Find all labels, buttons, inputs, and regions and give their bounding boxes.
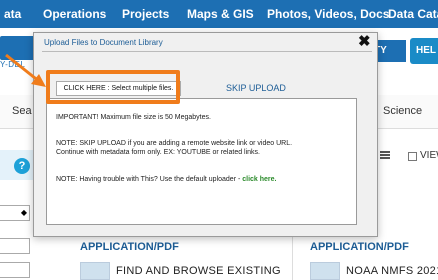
subnav-item-search[interactable]: Sea: [12, 105, 32, 117]
list-view-icon[interactable]: [380, 151, 390, 159]
help-button[interactable]: HEL: [410, 38, 438, 64]
skip-upload-note-cont: Continue with metadata form only. EX: YO…: [56, 149, 260, 156]
card-type-label: APPLICATION/PDF: [310, 241, 409, 253]
title-divider: [42, 51, 372, 52]
top-nav: ata Operations Projects Maps & GIS Photo…: [0, 0, 438, 28]
filter-input[interactable]: [0, 238, 30, 254]
nav-item-operations[interactable]: Operations: [43, 7, 106, 21]
card-type-label: APPLICATION/PDF: [80, 241, 179, 253]
max-size-notice: IMPORTANT! Maximum file size is 50 Megab…: [56, 114, 211, 121]
trouble-note: NOTE: Having trouble with This? Use the …: [56, 175, 277, 184]
sort-select[interactable]: ◆: [0, 205, 30, 221]
message-box: IMPORTANT! Maximum file size is 50 Megab…: [46, 98, 357, 225]
nav-item-data[interactable]: ata: [4, 7, 21, 21]
nav-item-projects[interactable]: Projects: [122, 7, 169, 21]
default-uploader-link[interactable]: click here.: [242, 176, 276, 183]
help-icon[interactable]: ?: [14, 158, 30, 174]
column-divider: [292, 236, 293, 280]
card-thumbnail[interactable]: [80, 262, 110, 280]
view-checkbox[interactable]: [408, 152, 417, 161]
skip-upload-note: NOTE: SKIP UPLOAD if you are adding a re…: [56, 140, 293, 147]
nav-item-photos-videos-docs[interactable]: Photos, Videos, Docs: [267, 7, 389, 21]
nav-item-data-catalog[interactable]: Data Catalo: [388, 7, 438, 21]
card-title[interactable]: FIND AND BROWSE EXISTING: [116, 265, 281, 277]
card-thumbnail[interactable]: [310, 262, 340, 280]
logo-text: Y-DEL: [0, 60, 26, 69]
upload-dialog: Upload Files to Document Library ✖ CLICK…: [33, 32, 378, 237]
subnav-item-science[interactable]: Science: [383, 105, 422, 117]
close-icon[interactable]: ✖: [358, 32, 371, 50]
skip-upload-link[interactable]: SKIP UPLOAD: [226, 83, 286, 93]
card-title[interactable]: NOAA NMFS 2021: [346, 265, 438, 277]
view-label: VIEW: [420, 150, 438, 161]
nav-item-maps-gis[interactable]: Maps & GIS: [187, 7, 254, 21]
trouble-note-text: NOTE: Having trouble with This? Use the …: [56, 176, 243, 183]
dialog-title: Upload Files to Document Library: [44, 38, 163, 47]
filter-input-2[interactable]: [0, 262, 30, 278]
highlight-box: [46, 70, 180, 104]
